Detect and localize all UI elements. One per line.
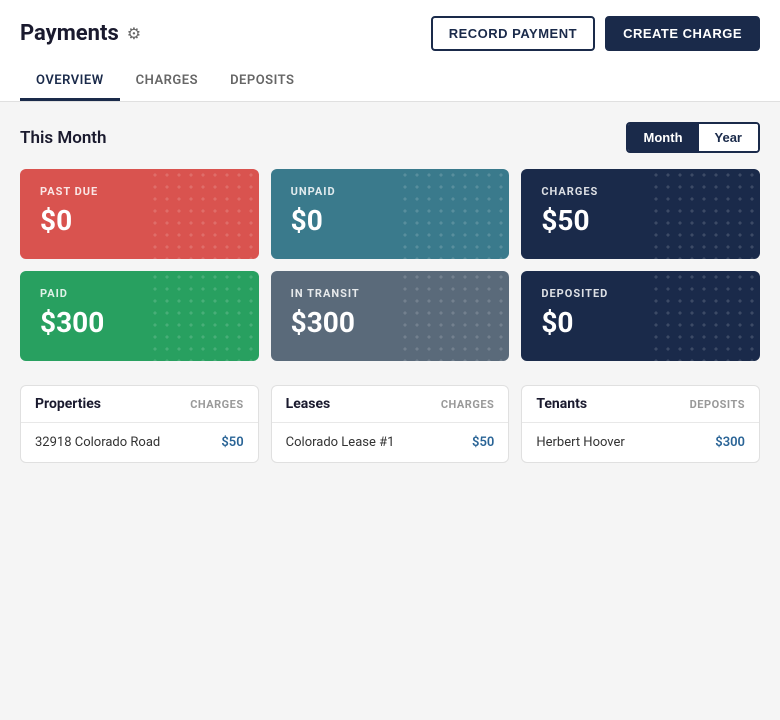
properties-table: Properties CHARGES 32918 Colorado Road $… xyxy=(20,385,259,463)
page-title: Payments xyxy=(20,21,119,46)
leases-table: Leases CHARGES Colorado Lease #1 $50 xyxy=(271,385,510,463)
section-title: This Month xyxy=(20,128,107,148)
tenants-table: Tenants DEPOSITS Herbert Hoover $300 xyxy=(521,385,760,463)
tenants-col-label: DEPOSITS xyxy=(690,398,745,411)
card-dots-decoration xyxy=(399,169,509,259)
card-dots-decoration xyxy=(650,169,760,259)
tables-grid: Properties CHARGES 32918 Colorado Road $… xyxy=(20,385,760,463)
gear-icon[interactable]: ⚙ xyxy=(127,24,141,43)
past-due-card: PAST DUE $0 xyxy=(20,169,259,259)
create-charge-button[interactable]: CREATE CHARGE xyxy=(605,16,760,51)
property-name: 32918 Colorado Road xyxy=(35,435,160,450)
tab-overview[interactable]: OVERVIEW xyxy=(20,63,120,101)
tenant-value[interactable]: $300 xyxy=(715,435,745,450)
title-group: Payments ⚙ xyxy=(20,21,141,46)
lease-name: Colorado Lease #1 xyxy=(286,435,395,450)
card-dots-decoration xyxy=(149,271,259,361)
year-toggle-button[interactable]: Year xyxy=(699,124,758,151)
tab-deposits[interactable]: DEPOSITS xyxy=(214,63,310,101)
nav-tabs: OVERVIEW CHARGES DEPOSITS xyxy=(20,63,760,101)
record-payment-button[interactable]: RECORD PAYMENT xyxy=(431,16,595,51)
tenants-title: Tenants xyxy=(536,396,587,412)
table-row: Colorado Lease #1 $50 xyxy=(272,423,509,462)
paid-card: PAID $300 xyxy=(20,271,259,361)
card-dots-decoration xyxy=(399,271,509,361)
tab-charges[interactable]: CHARGES xyxy=(120,63,214,101)
section-header: This Month Month Year xyxy=(20,122,760,153)
properties-table-header: Properties CHARGES xyxy=(21,386,258,423)
lease-value[interactable]: $50 xyxy=(472,435,494,450)
header-top: Payments ⚙ RECORD PAYMENT CREATE CHARGE xyxy=(20,16,760,51)
properties-col-label: CHARGES xyxy=(190,398,243,411)
tenant-name: Herbert Hoover xyxy=(536,435,625,450)
leases-col-label: CHARGES xyxy=(441,398,494,411)
deposited-card: DEPOSITED $0 xyxy=(521,271,760,361)
unpaid-card: UNPAID $0 xyxy=(271,169,510,259)
cards-grid: PAST DUE $0 UNPAID $0 CHARGES $50 PAID $… xyxy=(20,169,760,361)
leases-title: Leases xyxy=(286,396,331,412)
table-row: Herbert Hoover $300 xyxy=(522,423,759,462)
properties-title: Properties xyxy=(35,396,101,412)
card-dots-decoration xyxy=(650,271,760,361)
tenants-table-header: Tenants DEPOSITS xyxy=(522,386,759,423)
card-dots-decoration xyxy=(149,169,259,259)
month-toggle-button[interactable]: Month xyxy=(628,124,699,151)
charges-card: CHARGES $50 xyxy=(521,169,760,259)
header-actions: RECORD PAYMENT CREATE CHARGE xyxy=(431,16,760,51)
period-toggle: Month Year xyxy=(626,122,760,153)
table-row: 32918 Colorado Road $50 xyxy=(21,423,258,462)
leases-table-header: Leases CHARGES xyxy=(272,386,509,423)
in-transit-card: IN TRANSIT $300 xyxy=(271,271,510,361)
property-value[interactable]: $50 xyxy=(221,435,243,450)
header: Payments ⚙ RECORD PAYMENT CREATE CHARGE … xyxy=(0,0,780,102)
main-content: This Month Month Year PAST DUE $0 UNPAID… xyxy=(0,102,780,483)
